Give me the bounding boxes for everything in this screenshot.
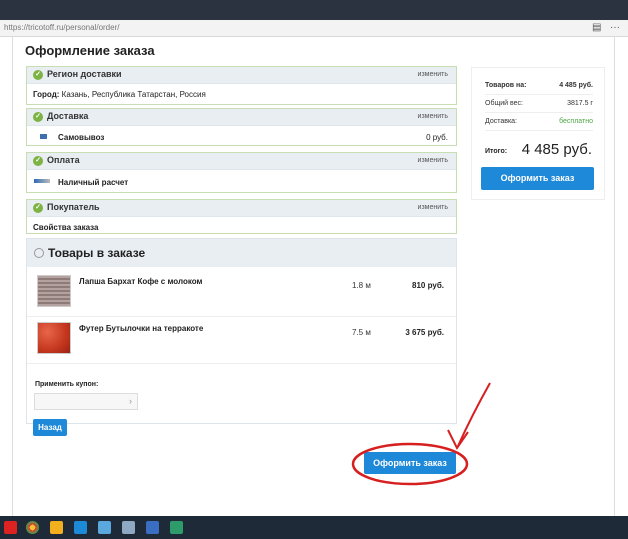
reader-icon[interactable]: ▤ xyxy=(592,22,601,33)
summary-delivery-row: Доставка: бесплатно xyxy=(485,113,593,131)
product-name[interactable]: Футер Бутылочки на терракоте xyxy=(79,324,203,333)
chrome-icon[interactable] xyxy=(26,521,39,534)
delivery-method: Самовывоз xyxy=(58,133,105,142)
back-button[interactable]: Назад xyxy=(33,419,67,436)
product-name[interactable]: Лапша Бархат Кофе с молоком xyxy=(79,277,202,286)
summary-delivery-label: Доставка: xyxy=(485,118,518,125)
payment-section: ✓ Оплата изменить Наличный расчет xyxy=(26,152,457,193)
buyer-title: Покупатель xyxy=(47,202,100,212)
yandex-icon[interactable] xyxy=(4,521,17,534)
list-item: Футер Бутылочки на терракоте 7.5 м 3 675… xyxy=(27,318,456,364)
buyer-section: ✓ Покупатель изменить Свойства заказа xyxy=(26,199,457,234)
product-qty: 1.8 м xyxy=(352,281,371,290)
place-order-button[interactable]: Оформить заказ xyxy=(364,452,456,474)
delivery-price: 0 руб. xyxy=(426,133,448,142)
summary-weight-row: Общий вес: 3817.5 г xyxy=(485,95,593,113)
url-text[interactable]: https://tricotoff.ru/personal/order/ xyxy=(4,23,119,32)
check-icon: ✓ xyxy=(33,156,43,166)
delivery-title: Доставка xyxy=(47,111,89,121)
region-section: ✓ Регион доставки изменить Город: Казань… xyxy=(26,66,457,105)
summary-goods-row: Товаров на: 4 485 руб. xyxy=(485,77,593,95)
buyer-body: Свойства заказа xyxy=(27,217,456,233)
delivery-section: ✓ Доставка изменить Самовывоз 0 руб. xyxy=(26,108,457,146)
coupon-label: Применить купон: xyxy=(35,381,99,388)
delivery-body: Самовывоз 0 руб. xyxy=(27,126,456,146)
summary-goods-value: 4 485 руб. xyxy=(559,82,593,89)
place-order-sidebar-button[interactable]: Оформить заказ xyxy=(481,167,594,190)
monitor-icon[interactable] xyxy=(74,521,87,534)
check-icon: ✓ xyxy=(33,70,43,80)
goods-section: Товары в заказе Лапша Бархат Кофе с моло… xyxy=(26,238,457,424)
check-icon: ✓ xyxy=(33,203,43,213)
payment-header: ✓ Оплата изменить xyxy=(27,153,456,170)
payment-body: Наличный расчет xyxy=(27,170,456,192)
region-header: ✓ Регион доставки изменить xyxy=(27,67,456,84)
summary-weight-label: Общий вес: xyxy=(485,100,523,107)
folder-icon[interactable] xyxy=(50,521,63,534)
chevron-right-icon[interactable]: › xyxy=(129,396,132,406)
address-bar[interactable]: https://tricotoff.ru/personal/order/ ▤ ·… xyxy=(0,20,628,37)
page-title: Оформление заказа xyxy=(25,43,155,58)
summary-goods-label: Товаров на: xyxy=(485,82,527,89)
payment-method: Наличный расчет xyxy=(58,178,129,187)
buyer-edit-link[interactable]: изменить xyxy=(418,204,448,211)
goods-header: Товары в заказе xyxy=(27,239,456,267)
summary-weight-value: 3817.5 г xyxy=(567,100,593,107)
document-icon[interactable] xyxy=(122,521,135,534)
list-item: Лапша Бархат Кофе с молоком 1.8 м 810 ру… xyxy=(27,271,456,317)
save-icon[interactable] xyxy=(146,521,159,534)
terminal-icon[interactable] xyxy=(170,521,183,534)
goods-title: Товары в заказе xyxy=(48,246,146,260)
payment-edit-link[interactable]: изменить xyxy=(418,157,448,164)
product-price: 3 675 руб. xyxy=(405,328,444,337)
check-icon: ✓ xyxy=(33,112,43,122)
product-thumbnail[interactable] xyxy=(37,322,71,354)
calendar-icon[interactable] xyxy=(98,521,111,534)
taskbar xyxy=(0,516,628,539)
city-label: Город: xyxy=(33,90,60,99)
clock-icon xyxy=(34,248,44,258)
summary-delivery-value: бесплатно xyxy=(559,118,593,125)
buyer-header: ✓ Покупатель изменить xyxy=(27,200,456,217)
browser-top-bar xyxy=(0,0,628,20)
cash-icon xyxy=(34,179,50,183)
product-price: 810 руб. xyxy=(412,281,444,290)
more-icon[interactable]: ··· xyxy=(610,22,620,33)
summary-total-value: 4 485 руб. xyxy=(521,141,592,158)
region-body: Город: Казань, Республика Татарстан, Рос… xyxy=(27,84,456,104)
coupon-input[interactable]: › xyxy=(34,393,138,410)
product-thumbnail[interactable] xyxy=(37,275,71,307)
region-edit-link[interactable]: изменить xyxy=(418,71,448,78)
region-title: Регион доставки xyxy=(47,69,122,79)
pickup-icon xyxy=(40,134,47,139)
delivery-edit-link[interactable]: изменить xyxy=(418,113,448,120)
delivery-header: ✓ Доставка изменить xyxy=(27,109,456,126)
order-props: Свойства заказа xyxy=(33,223,99,232)
payment-title: Оплата xyxy=(47,155,80,165)
product-qty: 7.5 м xyxy=(352,328,371,337)
city-value: Казань, Республика Татарстан, Россия xyxy=(61,90,206,99)
summary-total-label: Итого: xyxy=(485,148,508,155)
